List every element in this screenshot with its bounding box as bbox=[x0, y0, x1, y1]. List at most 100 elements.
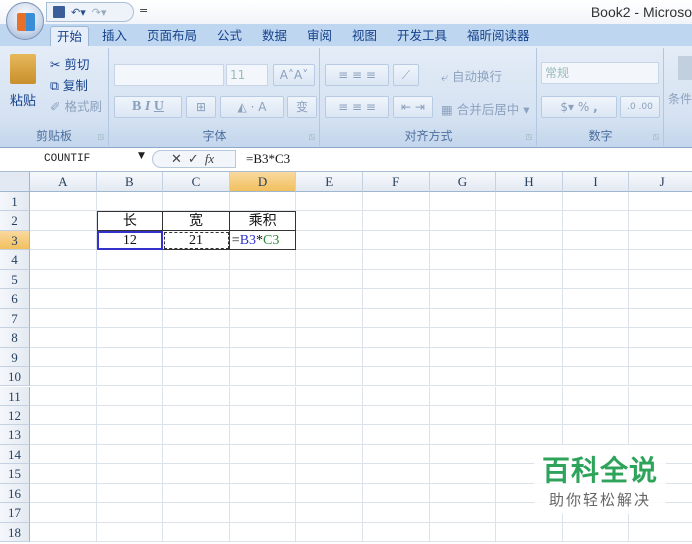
cell-C8[interactable] bbox=[163, 328, 230, 348]
cell-B14[interactable] bbox=[96, 444, 164, 465]
cell-I11[interactable] bbox=[562, 386, 630, 406]
cell-D1[interactable] bbox=[229, 192, 297, 212]
italic-button[interactable]: I bbox=[145, 99, 150, 114]
cell-G5[interactable] bbox=[429, 269, 497, 290]
cell-B12[interactable] bbox=[96, 405, 164, 426]
tab-review[interactable]: 审阅 bbox=[301, 26, 338, 46]
save-icon[interactable] bbox=[53, 6, 65, 18]
cell-B11[interactable] bbox=[96, 386, 164, 406]
cell-J4[interactable] bbox=[629, 250, 692, 270]
tab-insert[interactable]: 插入 bbox=[96, 26, 133, 46]
cell-F18[interactable] bbox=[363, 522, 430, 543]
cell-C10[interactable] bbox=[163, 367, 230, 387]
cell-G16[interactable] bbox=[429, 483, 497, 504]
format-painter-button[interactable]: ✐ 格式刷 bbox=[50, 96, 102, 115]
column-header-E[interactable]: E bbox=[296, 172, 363, 192]
cell-E16[interactable] bbox=[296, 483, 363, 504]
cell-D17[interactable] bbox=[229, 503, 297, 523]
row-header-10[interactable]: 10 bbox=[0, 367, 30, 387]
cell-G15[interactable] bbox=[429, 464, 497, 484]
cell-F16[interactable] bbox=[363, 483, 430, 504]
cell-I2[interactable] bbox=[562, 211, 630, 231]
underline-button[interactable]: U bbox=[154, 99, 164, 114]
cell-F8[interactable] bbox=[363, 328, 430, 348]
cell-C9[interactable] bbox=[163, 347, 230, 368]
cell-F3[interactable] bbox=[363, 230, 430, 251]
cell-A7[interactable] bbox=[30, 308, 97, 329]
cell-B7[interactable] bbox=[96, 308, 164, 329]
font-name-select[interactable] bbox=[114, 64, 224, 86]
dialog-launcher-icon[interactable]: ◳ bbox=[652, 133, 659, 141]
cell-E15[interactable] bbox=[296, 464, 363, 484]
cell-C2[interactable]: 宽 bbox=[163, 211, 230, 231]
cancel-icon[interactable]: ✕ bbox=[171, 152, 182, 167]
cell-I1[interactable] bbox=[562, 192, 630, 212]
cell-F1[interactable] bbox=[363, 192, 430, 212]
column-header-H[interactable]: H bbox=[496, 172, 563, 192]
cell-I6[interactable] bbox=[562, 289, 630, 309]
column-header-D[interactable]: D bbox=[229, 172, 297, 192]
cell-B17[interactable] bbox=[96, 503, 164, 523]
cell-B9[interactable] bbox=[96, 347, 164, 368]
cell-D16[interactable] bbox=[229, 483, 297, 504]
cell-E12[interactable] bbox=[296, 405, 363, 426]
conditional-format-button[interactable]: 条件 bbox=[668, 90, 692, 107]
cell-A4[interactable] bbox=[30, 250, 97, 270]
currency-percent-comma[interactable]: $▾ % , bbox=[541, 96, 617, 118]
cell-I5[interactable] bbox=[562, 269, 630, 290]
number-format-select[interactable]: 常规 bbox=[541, 62, 659, 84]
dialog-launcher-icon[interactable]: ◳ bbox=[525, 133, 532, 141]
name-box[interactable]: COUNTIF bbox=[0, 150, 150, 168]
cell-F11[interactable] bbox=[363, 386, 430, 406]
column-header-G[interactable]: G bbox=[429, 172, 497, 192]
cell-G1[interactable] bbox=[429, 192, 497, 212]
cell-E3[interactable] bbox=[296, 230, 363, 251]
borders-button[interactable]: ⊞ bbox=[186, 96, 216, 118]
cell-C11[interactable] bbox=[163, 386, 230, 406]
cell-E14[interactable] bbox=[296, 444, 363, 465]
cell-J9[interactable] bbox=[629, 348, 692, 368]
cell-I7[interactable] bbox=[562, 308, 630, 329]
row-header-8[interactable]: 8 bbox=[0, 328, 30, 348]
column-header-B[interactable]: B bbox=[96, 172, 164, 192]
cell-D15[interactable] bbox=[229, 464, 297, 484]
tab-view[interactable]: 视图 bbox=[346, 26, 383, 46]
cell-D6[interactable] bbox=[229, 289, 297, 309]
cell-E6[interactable] bbox=[296, 289, 363, 309]
cell-A12[interactable] bbox=[30, 405, 97, 426]
font-size-select[interactable]: 11 bbox=[226, 64, 268, 86]
cell-B6[interactable] bbox=[96, 289, 164, 309]
font-grow-shrink-buttons[interactable]: A˄A˅ bbox=[273, 64, 315, 86]
bold-italic-underline[interactable]: B I U bbox=[114, 96, 182, 118]
cell-G9[interactable] bbox=[429, 347, 497, 368]
cell-G10[interactable] bbox=[429, 367, 497, 387]
cell-G12[interactable] bbox=[429, 405, 497, 426]
cell-C1[interactable] bbox=[163, 192, 230, 212]
tab-developer[interactable]: 开发工具 bbox=[391, 26, 453, 46]
row-header-7[interactable]: 7 bbox=[0, 308, 30, 329]
cell-G14[interactable] bbox=[429, 444, 497, 465]
cell-G3[interactable] bbox=[429, 230, 497, 251]
cell-C13[interactable] bbox=[163, 425, 230, 445]
name-box-dropdown-icon[interactable]: ▼ bbox=[138, 151, 145, 161]
row-header-1[interactable]: 1 bbox=[0, 192, 30, 212]
fill-font-color-buttons[interactable]: ◭ · A bbox=[220, 96, 284, 118]
cell-I13[interactable] bbox=[562, 425, 630, 445]
cell-D10[interactable] bbox=[229, 367, 297, 387]
cell-I12[interactable] bbox=[562, 405, 630, 426]
percent-button[interactable]: % bbox=[578, 100, 589, 114]
cell-J12[interactable] bbox=[629, 406, 692, 426]
column-header-I[interactable]: I bbox=[562, 172, 630, 192]
cell-D2[interactable]: 乘积 bbox=[229, 211, 297, 231]
cell-B2[interactable]: 长 bbox=[96, 211, 164, 231]
cell-I8[interactable] bbox=[562, 328, 630, 348]
cell-D3[interactable]: =B3*C3 bbox=[229, 230, 297, 251]
tab-data[interactable]: 数据 bbox=[256, 26, 293, 46]
cell-F13[interactable] bbox=[363, 425, 430, 445]
cell-J5[interactable] bbox=[629, 270, 692, 290]
tab-home[interactable]: 开始 bbox=[50, 26, 90, 46]
cell-C3[interactable]: 21 bbox=[163, 230, 230, 251]
cell-H12[interactable] bbox=[496, 405, 563, 426]
cell-E17[interactable] bbox=[296, 503, 363, 523]
cell-A3[interactable] bbox=[30, 230, 97, 251]
